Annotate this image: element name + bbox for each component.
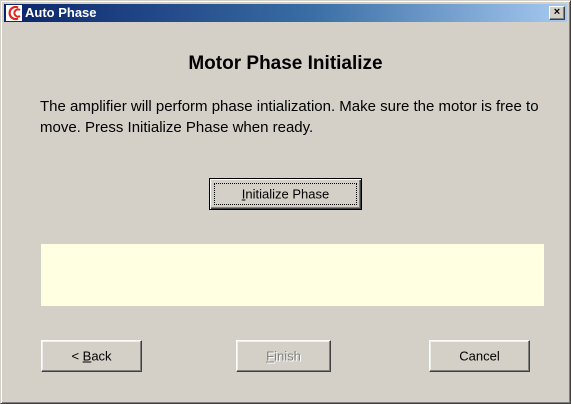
close-icon: × xyxy=(553,6,561,18)
back-button[interactable]: < Back xyxy=(41,340,142,372)
copley-logo-icon xyxy=(6,5,22,21)
title-bar[interactable]: Auto Phase × xyxy=(4,4,567,22)
cancel-button[interactable]: Cancel xyxy=(429,340,530,372)
status-message-area xyxy=(41,244,544,306)
initialize-phase-button[interactable]: Initialize Phase xyxy=(209,178,362,210)
initialize-phase-label: Initialize Phase xyxy=(241,186,330,202)
finish-label: Finish xyxy=(266,348,301,364)
back-label: < Back xyxy=(71,348,112,364)
page-title: Motor Phase Initialize xyxy=(188,53,383,74)
auto-phase-dialog: Auto Phase × Motor Phase Initialize The … xyxy=(0,0,571,404)
close-button[interactable]: × xyxy=(549,6,565,20)
cancel-label: Cancel xyxy=(459,348,500,364)
finish-button[interactable]: Finish xyxy=(236,340,331,372)
window-title: Auto Phase xyxy=(25,5,97,20)
instruction-text: The amplifier will perform phase intiali… xyxy=(40,98,539,136)
